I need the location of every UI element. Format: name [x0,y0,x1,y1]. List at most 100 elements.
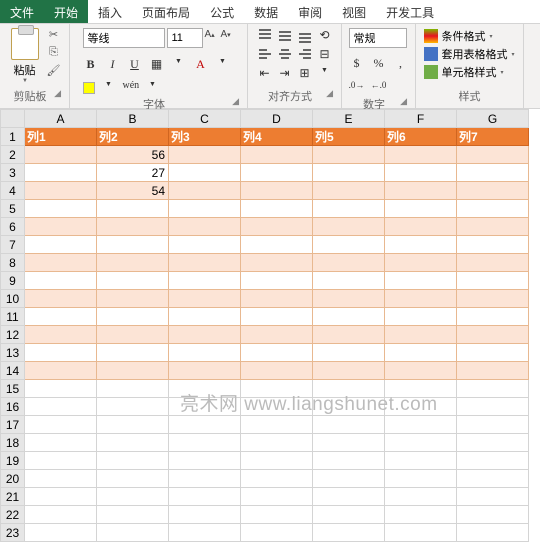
cell[interactable] [25,434,97,452]
row-header[interactable]: 23 [1,524,25,542]
cell[interactable]: 列6 [385,128,457,146]
number-format-select[interactable] [349,28,407,48]
cell[interactable] [313,344,385,362]
cell[interactable] [241,272,313,290]
font-size-select[interactable] [167,28,203,48]
cell[interactable] [241,344,313,362]
cell[interactable] [169,434,241,452]
cell[interactable] [457,362,529,380]
align-left-button[interactable] [257,47,273,61]
row-header[interactable]: 18 [1,434,25,452]
col-header[interactable]: G [457,110,529,128]
cell[interactable] [169,308,241,326]
cell[interactable] [313,452,385,470]
cell[interactable] [25,308,97,326]
cell[interactable] [169,146,241,164]
cell[interactable] [457,344,529,362]
cell[interactable] [169,182,241,200]
cell[interactable] [457,416,529,434]
tab-file[interactable]: 文件 [0,0,44,23]
border-button[interactable]: ▦ [149,57,165,73]
cell[interactable] [385,254,457,272]
cell[interactable] [169,326,241,344]
cell[interactable] [97,362,169,380]
font-color-button[interactable]: A [193,57,209,73]
cell[interactable] [97,218,169,236]
row-header[interactable]: 11 [1,308,25,326]
cell[interactable] [25,344,97,362]
cell[interactable] [25,470,97,488]
cell[interactable] [457,524,529,542]
cell[interactable] [169,452,241,470]
cell[interactable] [25,326,97,344]
row-header[interactable]: 8 [1,254,25,272]
cell[interactable] [385,470,457,488]
row-header[interactable]: 20 [1,470,25,488]
increase-font-button[interactable]: A▴ [205,29,219,47]
cell[interactable] [241,218,313,236]
cell[interactable] [25,200,97,218]
cell[interactable] [313,146,385,164]
cell[interactable] [241,290,313,308]
cell-styles-button[interactable]: 单元格样式▾ [424,64,503,80]
cell[interactable]: 56 [97,146,169,164]
cell[interactable] [313,326,385,344]
cell[interactable] [457,398,529,416]
cell[interactable] [241,254,313,272]
row-header[interactable]: 10 [1,290,25,308]
col-header[interactable]: C [169,110,241,128]
row-header[interactable]: 12 [1,326,25,344]
cell[interactable] [313,182,385,200]
cell[interactable] [25,452,97,470]
cell[interactable] [313,470,385,488]
decrease-font-button[interactable]: A▾ [221,29,235,47]
cell[interactable]: 列7 [457,128,529,146]
row-header[interactable]: 3 [1,164,25,182]
cell[interactable]: 列2 [97,128,169,146]
cell[interactable] [97,272,169,290]
cell[interactable] [25,272,97,290]
cell[interactable] [313,290,385,308]
cell[interactable]: 列1 [25,128,97,146]
cell[interactable] [169,164,241,182]
cell[interactable] [313,272,385,290]
cell[interactable] [97,506,169,524]
cell[interactable] [169,254,241,272]
cell[interactable] [385,362,457,380]
cell[interactable] [97,290,169,308]
cell[interactable] [385,434,457,452]
paste-button[interactable]: 粘贴 ▼ [8,28,42,84]
launcher-icon[interactable]: ◢ [400,96,407,107]
cell[interactable] [457,308,529,326]
tab-data[interactable]: 数据 [244,0,288,23]
cell[interactable] [313,416,385,434]
cell[interactable] [169,470,241,488]
cell[interactable] [25,254,97,272]
underline-button[interactable]: U [127,57,143,73]
cell[interactable] [241,146,313,164]
cell[interactable] [313,236,385,254]
chevron-down-icon[interactable]: ▼ [101,80,117,96]
cell[interactable] [97,470,169,488]
align-right-button[interactable] [297,47,313,61]
cell[interactable] [313,434,385,452]
increase-decimal-button[interactable]: .0→ [349,80,365,96]
cell[interactable] [457,200,529,218]
select-all-corner[interactable] [1,110,25,128]
cell[interactable] [241,524,313,542]
cell[interactable] [241,362,313,380]
fill-color-button[interactable] [83,82,95,94]
cell[interactable] [457,488,529,506]
cell[interactable] [385,488,457,506]
chevron-down-icon[interactable]: ▼ [171,57,187,73]
cell[interactable] [169,290,241,308]
tab-layout[interactable]: 页面布局 [132,0,200,23]
cell[interactable] [313,506,385,524]
cell[interactable]: 列5 [313,128,385,146]
cell[interactable] [457,272,529,290]
cell[interactable] [169,362,241,380]
cell[interactable] [313,362,385,380]
row-header[interactable]: 15 [1,380,25,398]
cell[interactable] [169,272,241,290]
conditional-format-button[interactable]: 条件格式▾ [424,28,492,44]
